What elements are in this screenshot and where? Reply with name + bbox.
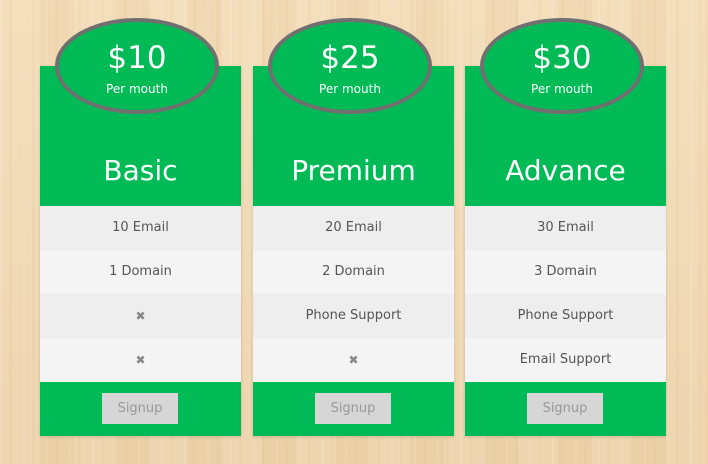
signup-button[interactable]: Signup xyxy=(527,393,603,424)
close-icon: ✖ xyxy=(348,353,359,367)
pricing-card-basic: $10 Per mouth Basic 10 Email 1 Domain ✖ … xyxy=(40,18,241,436)
feature-label: Phone Support xyxy=(517,308,614,323)
feature-list: 20 Email 2 Domain Phone Support ✖ xyxy=(253,206,454,382)
feature-list: 10 Email 1 Domain ✖ ✖ xyxy=(40,206,241,382)
feature-label: 30 Email xyxy=(537,220,594,235)
feature-item: 10 Email xyxy=(40,206,241,250)
feature-item: 3 Domain xyxy=(465,250,666,294)
feature-item: ✖ xyxy=(40,294,241,338)
feature-label: 2 Domain xyxy=(322,264,385,279)
price-period: Per mouth xyxy=(319,82,381,96)
price-period: Per mouth xyxy=(531,82,593,96)
feature-item: ✖ xyxy=(253,338,454,382)
pricing-card-advance: $30 Per mouth Advance 30 Email 3 Domain … xyxy=(465,18,666,436)
pricing-card-premium: $25 Per mouth Premium 20 Email 2 Domain … xyxy=(253,18,454,436)
feature-label: Phone Support xyxy=(305,308,402,323)
feature-list: 30 Email 3 Domain Phone Support Email Su… xyxy=(465,206,666,382)
feature-label: Email Support xyxy=(519,352,612,367)
price-period: Per mouth xyxy=(106,82,168,96)
feature-item: 1 Domain xyxy=(40,250,241,294)
feature-label: 10 Email xyxy=(112,220,169,235)
price-amount: $30 xyxy=(532,40,592,76)
close-icon: ✖ xyxy=(135,353,146,367)
close-icon: ✖ xyxy=(135,309,146,323)
feature-item: Phone Support xyxy=(253,294,454,338)
feature-item: 30 Email xyxy=(465,206,666,250)
signup-button[interactable]: Signup xyxy=(102,393,178,424)
feature-item: 2 Domain xyxy=(253,250,454,294)
feature-item: Phone Support xyxy=(465,294,666,338)
price-amount: $10 xyxy=(107,40,167,76)
plan-name: Advance xyxy=(505,154,626,187)
feature-label: 1 Domain xyxy=(109,264,172,279)
feature-item: 20 Email xyxy=(253,206,454,250)
feature-item: Email Support xyxy=(465,338,666,382)
feature-item: ✖ xyxy=(40,338,241,382)
price-badge: $10 Per mouth xyxy=(55,18,219,114)
signup-button[interactable]: Signup xyxy=(315,393,391,424)
price-amount: $25 xyxy=(320,40,380,76)
plan-name: Premium xyxy=(291,154,416,187)
price-badge: $30 Per mouth xyxy=(480,18,644,114)
plan-name: Basic xyxy=(103,154,178,187)
price-badge: $25 Per mouth xyxy=(268,18,432,114)
feature-label: 3 Domain xyxy=(534,264,597,279)
feature-label: 20 Email xyxy=(325,220,382,235)
